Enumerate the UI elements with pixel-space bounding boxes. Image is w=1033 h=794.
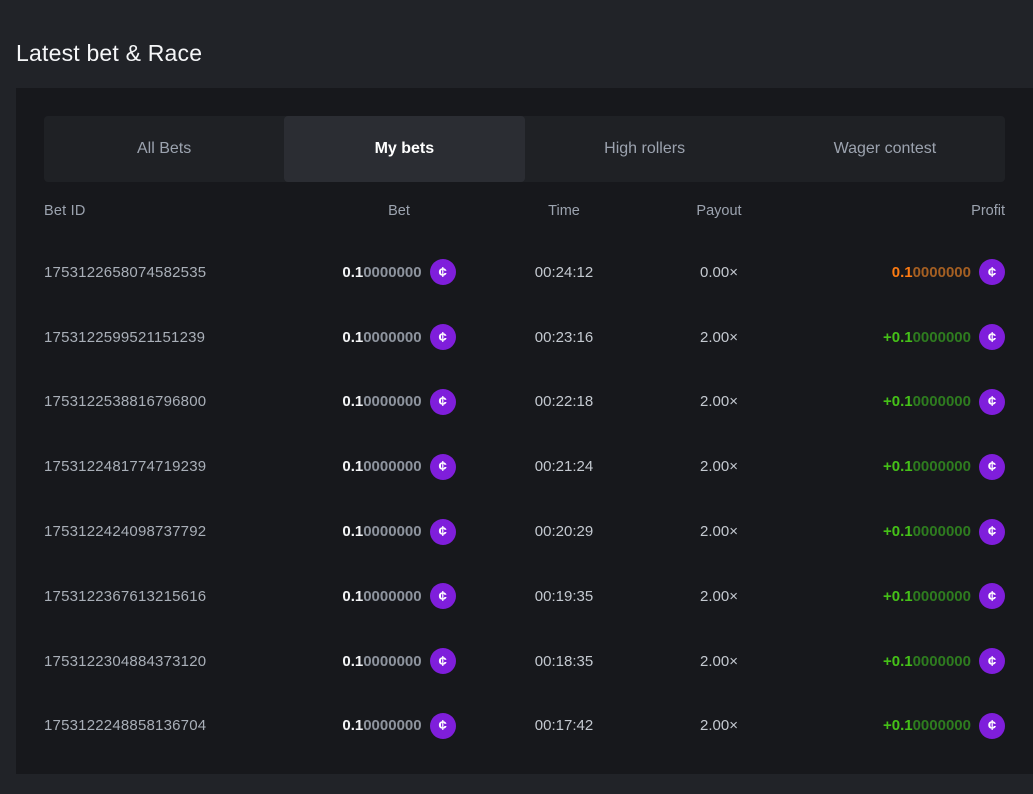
profit-cell: +0.10000000 ¢ — [784, 648, 1005, 674]
profit-cell: +0.10000000 ¢ — [784, 519, 1005, 545]
payout-cell: 2.00× — [654, 393, 784, 410]
header-bet: Bet — [324, 203, 474, 219]
profit-cell: +0.10000000 ¢ — [784, 324, 1005, 350]
bet-cell: 0.10000000 ¢ — [324, 454, 474, 480]
bet-id-cell: 1753122538816796800 — [44, 393, 324, 410]
table-row: 1753122599521151239 0.10000000 ¢ 00:23:1… — [44, 305, 1005, 370]
coin-icon: ¢ — [979, 259, 1005, 285]
coin-icon: ¢ — [430, 648, 456, 674]
bet-amount: 0.10000000 — [342, 329, 421, 346]
coin-icon: ¢ — [979, 454, 1005, 480]
coin-icon: ¢ — [430, 519, 456, 545]
bet-id-cell: 1753122248858136704 — [44, 717, 324, 734]
header-payout: Payout — [654, 203, 784, 219]
coin-icon: ¢ — [430, 713, 456, 739]
coin-icon: ¢ — [979, 713, 1005, 739]
page-title: Latest bet & Race — [16, 38, 1033, 68]
bet-id-cell: 1753122424098737792 — [44, 523, 324, 540]
bet-amount: 0.10000000 — [342, 458, 421, 475]
profit-cell: +0.10000000 ¢ — [784, 454, 1005, 480]
time-cell: 00:24:12 — [474, 264, 654, 281]
bets-tabs-bar: All Bets My bets High rollers Wager cont… — [44, 116, 1005, 182]
bet-amount: 0.10000000 — [342, 717, 421, 734]
time-cell: 00:23:16 — [474, 329, 654, 346]
coin-icon: ¢ — [430, 259, 456, 285]
header-time: Time — [474, 203, 654, 219]
payout-cell: 2.00× — [654, 523, 784, 540]
payout-cell: 2.00× — [654, 458, 784, 475]
bet-id-cell: 1753122481774719239 — [44, 458, 324, 475]
table-body: 1753122658074582535 0.10000000 ¢ 00:24:1… — [44, 240, 1005, 774]
bet-cell: 0.10000000 ¢ — [324, 713, 474, 739]
coin-icon: ¢ — [430, 389, 456, 415]
profit-cell: +0.10000000 ¢ — [784, 389, 1005, 415]
table-row: 1753122367613215616 0.10000000 ¢ 00:19:3… — [44, 564, 1005, 629]
time-cell: 00:20:29 — [474, 523, 654, 540]
profit-amount: +0.10000000 — [883, 588, 971, 605]
bet-id-cell: 1753122304884373120 — [44, 653, 324, 670]
tab-wager-contest[interactable]: Wager contest — [765, 116, 1005, 182]
profit-amount: 0.10000000 — [892, 264, 971, 281]
table-row: 1753122248858136704 0.10000000 ¢ 00:17:4… — [44, 694, 1005, 759]
profit-cell: +0.10000000 ¢ — [784, 713, 1005, 739]
tab-my-bets[interactable]: My bets — [284, 116, 524, 182]
coin-icon: ¢ — [979, 519, 1005, 545]
payout-cell: 2.00× — [654, 588, 784, 605]
table-row: 1753122658074582535 0.10000000 ¢ 00:24:1… — [44, 240, 1005, 305]
coin-icon: ¢ — [979, 648, 1005, 674]
table-row: 1753122481774719239 0.10000000 ¢ 00:21:2… — [44, 434, 1005, 499]
time-cell: 00:22:18 — [474, 393, 654, 410]
tab-all-bets[interactable]: All Bets — [44, 116, 284, 182]
coin-icon: ¢ — [430, 583, 456, 609]
profit-amount: +0.10000000 — [883, 717, 971, 734]
payout-cell: 0.00× — [654, 264, 784, 281]
coin-icon: ¢ — [430, 324, 456, 350]
table-row: 1753122190476791936 0.10000000 ¢ 00:16:4… — [44, 758, 1005, 774]
coin-icon: ¢ — [430, 454, 456, 480]
bet-cell: 0.10000000 ¢ — [324, 389, 474, 415]
profit-cell: +0.10000000 ¢ — [784, 583, 1005, 609]
payout-cell: 2.00× — [654, 329, 784, 346]
latest-bets-panel: All Bets My bets High rollers Wager cont… — [16, 88, 1033, 774]
time-cell: 00:17:42 — [474, 717, 654, 734]
profit-amount: +0.10000000 — [883, 329, 971, 346]
header-bet-id: Bet ID — [44, 203, 324, 219]
bet-amount: 0.10000000 — [342, 588, 421, 605]
bet-amount: 0.10000000 — [342, 653, 421, 670]
table-row: 1753122424098737792 0.10000000 ¢ 00:20:2… — [44, 499, 1005, 564]
table-header: Bet ID Bet Time Payout Profit — [44, 182, 1005, 240]
payout-cell: 2.00× — [654, 717, 784, 734]
bet-amount: 0.10000000 — [342, 393, 421, 410]
time-cell: 00:19:35 — [474, 588, 654, 605]
time-cell: 00:18:35 — [474, 653, 654, 670]
profit-cell: 0.10000000 ¢ — [784, 259, 1005, 285]
bet-cell: 0.10000000 ¢ — [324, 324, 474, 350]
payout-cell: 2.00× — [654, 653, 784, 670]
bet-id-cell: 1753122599521151239 — [44, 329, 324, 346]
bet-id-cell: 1753122367613215616 — [44, 588, 324, 605]
time-cell: 00:21:24 — [474, 458, 654, 475]
bet-cell: 0.10000000 ¢ — [324, 259, 474, 285]
profit-amount: +0.10000000 — [883, 653, 971, 670]
table-row: 1753122538816796800 0.10000000 ¢ 00:22:1… — [44, 370, 1005, 435]
coin-icon: ¢ — [979, 583, 1005, 609]
bet-cell: 0.10000000 ¢ — [324, 648, 474, 674]
profit-amount: +0.10000000 — [883, 523, 971, 540]
bet-cell: 0.10000000 ¢ — [324, 583, 474, 609]
header-profit: Profit — [784, 203, 1005, 219]
bet-cell: 0.10000000 ¢ — [324, 519, 474, 545]
profit-amount: +0.10000000 — [883, 458, 971, 475]
table-row: 1753122304884373120 0.10000000 ¢ 00:18:3… — [44, 629, 1005, 694]
bet-amount: 0.10000000 — [342, 264, 421, 281]
bet-amount: 0.10000000 — [342, 523, 421, 540]
profit-amount: +0.10000000 — [883, 393, 971, 410]
tab-high-rollers[interactable]: High rollers — [525, 116, 765, 182]
bet-id-cell: 1753122658074582535 — [44, 264, 324, 281]
coin-icon: ¢ — [979, 389, 1005, 415]
coin-icon: ¢ — [979, 324, 1005, 350]
